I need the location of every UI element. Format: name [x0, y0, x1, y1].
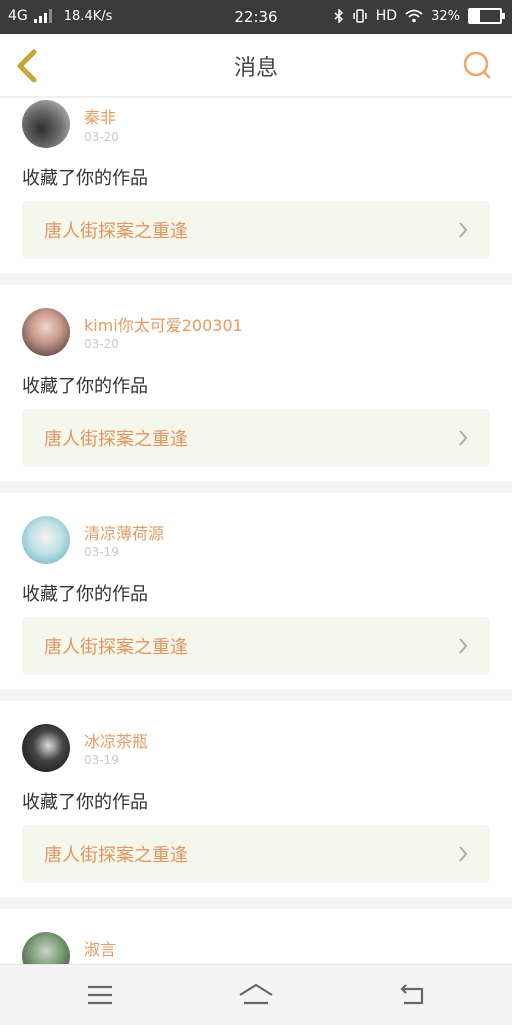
- menu-icon[interactable]: [80, 979, 120, 1011]
- battery-icon: [468, 8, 505, 24]
- sender-name[interactable]: 淑言: [84, 936, 116, 960]
- status-bar: 4G 18.4K/s 22:36 HD 32%: [0, 0, 512, 34]
- sender-name[interactable]: 冰凉茶瓶: [84, 728, 148, 752]
- page-title: 消息: [233, 56, 278, 81]
- message-item: 淑言: [0, 909, 512, 964]
- work-card[interactable]: 唐人街探案之重逢: [22, 201, 490, 259]
- message-action: 收藏了你的作品: [22, 792, 148, 813]
- message-date: 03-19: [84, 545, 119, 559]
- sender-name[interactable]: 清凉薄荷源: [84, 520, 164, 544]
- sender-name[interactable]: 秦非: [84, 104, 116, 128]
- avatar[interactable]: [22, 724, 70, 772]
- avatar[interactable]: [22, 100, 70, 148]
- chevron-right-icon: [459, 846, 468, 862]
- work-card[interactable]: 唐人街探案之重逢: [22, 617, 490, 675]
- return-icon[interactable]: [392, 979, 432, 1011]
- avatar[interactable]: [22, 516, 70, 564]
- battery-percent: 32%: [431, 8, 460, 24]
- sender-name[interactable]: kimi你太可爱200301: [84, 312, 243, 336]
- chevron-right-icon: [459, 222, 468, 238]
- message-action: 收藏了你的作品: [22, 376, 148, 397]
- vibrate-icon: [353, 9, 367, 23]
- message-item: 清凉薄荷源 03-19 收藏了你的作品 唐人街探案之重逢: [0, 493, 512, 689]
- avatar[interactable]: [22, 932, 70, 964]
- message-item: kimi你太可爱200301 03-20 收藏了你的作品 唐人街探案之重逢: [0, 285, 512, 481]
- search-icon[interactable]: [462, 50, 492, 80]
- wifi-icon: [405, 9, 423, 23]
- message-item: 冰凉茶瓶 03-19 收藏了你的作品 唐人街探案之重逢: [0, 701, 512, 897]
- work-title: 唐人街探案之重逢: [44, 429, 188, 450]
- section-divider: [0, 481, 512, 493]
- work-title: 唐人街探案之重逢: [44, 637, 188, 658]
- message-action: 收藏了你的作品: [22, 168, 148, 189]
- message-item: 秦非 03-20 收藏了你的作品 唐人街探案之重逢: [0, 98, 512, 272]
- battery-level-fill: [470, 10, 480, 22]
- message-date: 03-20: [84, 337, 119, 351]
- home-icon[interactable]: [236, 979, 276, 1011]
- work-card[interactable]: 唐人街探案之重逢: [22, 409, 490, 467]
- message-date: 03-19: [84, 753, 119, 767]
- work-title: 唐人街探案之重逢: [44, 845, 188, 866]
- message-list[interactable]: 秦非 03-20 收藏了你的作品 唐人街探案之重逢 kimi你太可爱200301…: [0, 98, 512, 964]
- app-header: 消息: [0, 34, 512, 98]
- section-divider: [0, 897, 512, 909]
- work-card[interactable]: 唐人街探案之重逢: [22, 825, 490, 883]
- chevron-right-icon: [459, 638, 468, 654]
- message-date: 03-20: [84, 130, 119, 144]
- bluetooth-icon: [334, 9, 343, 23]
- avatar[interactable]: [22, 308, 70, 356]
- section-divider: [0, 689, 512, 701]
- system-nav-bar: [0, 964, 512, 1025]
- status-right: HD 32%: [334, 8, 505, 24]
- chevron-right-icon: [459, 430, 468, 446]
- work-title: 唐人街探案之重逢: [44, 221, 188, 242]
- message-action: 收藏了你的作品: [22, 584, 148, 605]
- section-divider: [0, 273, 512, 285]
- hd-label: HD: [375, 8, 398, 24]
